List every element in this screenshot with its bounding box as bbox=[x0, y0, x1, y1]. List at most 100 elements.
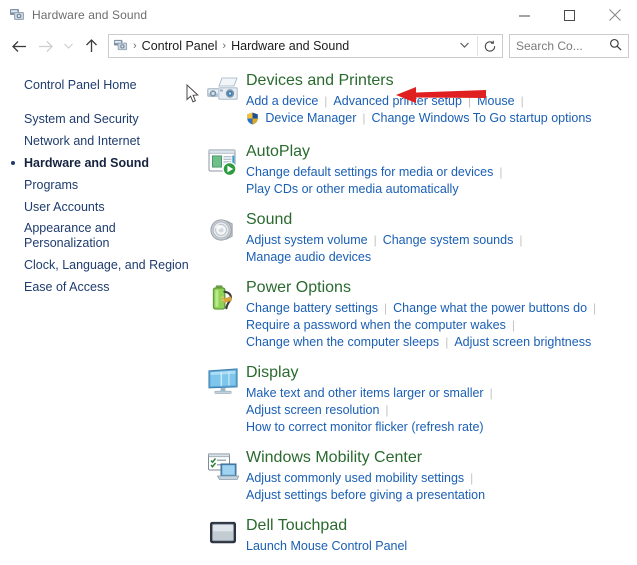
sidebar-item-label: Ease of Access bbox=[24, 280, 109, 294]
category-links: Launch Mouse Control Panel bbox=[246, 538, 637, 555]
category-body: AutoPlay Change default settings for med… bbox=[246, 141, 637, 198]
link-adjust-system-volume[interactable]: Adjust system volume bbox=[246, 233, 368, 247]
category-body: Display Make text and other items larger… bbox=[246, 362, 637, 436]
category-links: Make text and other items larger or smal… bbox=[246, 385, 637, 436]
link-adjust-screen-resolution[interactable]: Adjust screen resolution bbox=[246, 403, 379, 417]
link-separator: | bbox=[379, 403, 394, 417]
breadcrumb-control-panel[interactable]: Control Panel bbox=[140, 39, 220, 53]
link-change-what-the-power-buttons-do[interactable]: Change what the power buttons do bbox=[393, 301, 587, 315]
content-area: Control Panel Home System and Security N… bbox=[0, 62, 637, 565]
link-add-a-device[interactable]: Add a device bbox=[246, 94, 318, 108]
mobility-center-icon bbox=[200, 447, 246, 504]
sidebar-item-control-panel-home[interactable]: Control Panel Home bbox=[0, 74, 200, 96]
sidebar-item-clock-language-and-region[interactable]: Clock, Language, and Region bbox=[0, 254, 200, 276]
title-bar: Hardware and Sound bbox=[0, 0, 637, 30]
recent-locations-chevron-down-icon[interactable] bbox=[58, 33, 78, 59]
sidebar-item-user-accounts[interactable]: User Accounts bbox=[0, 196, 200, 218]
link-row: Require a password when the computer wak… bbox=[246, 317, 637, 334]
search-input[interactable]: Search Co... bbox=[509, 34, 629, 58]
sidebar-item-label: User Accounts bbox=[24, 200, 105, 214]
current-item-bullet-icon bbox=[11, 161, 15, 165]
category-title[interactable]: Devices and Printers bbox=[246, 70, 394, 92]
link-separator: | bbox=[378, 301, 393, 315]
link-change-battery-settings[interactable]: Change battery settings bbox=[246, 301, 378, 315]
link-separator: | bbox=[368, 233, 383, 247]
sidebar-item-ease-of-access[interactable]: Ease of Access bbox=[0, 276, 200, 298]
display-icon bbox=[200, 362, 246, 436]
sidebar-item-programs[interactable]: Programs bbox=[0, 174, 200, 196]
category-title[interactable]: Dell Touchpad bbox=[246, 515, 347, 537]
link-require-a-password-when-the-computer-wakes[interactable]: Require a password when the computer wak… bbox=[246, 318, 506, 332]
close-button[interactable] bbox=[592, 0, 637, 30]
link-change-when-the-computer-sleeps[interactable]: Change when the computer sleeps bbox=[246, 335, 439, 349]
sidebar-item-system-and-security[interactable]: System and Security bbox=[0, 108, 200, 130]
link-adjust-settings-before-giving-a-presentation[interactable]: Adjust settings before giving a presenta… bbox=[246, 488, 485, 502]
link-row: Manage audio devices bbox=[246, 249, 637, 266]
link-separator: | bbox=[493, 165, 508, 179]
sidebar-item-label: Hardware and Sound bbox=[24, 156, 149, 170]
sidebar: Control Panel Home System and Security N… bbox=[0, 62, 200, 565]
maximize-button[interactable] bbox=[547, 0, 592, 30]
category-list: Devices and Printers Add a device|Advanc… bbox=[200, 62, 637, 565]
link-manage-audio-devices[interactable]: Manage audio devices bbox=[246, 250, 371, 264]
sidebar-item-label: System and Security bbox=[24, 112, 139, 126]
window-title: Hardware and Sound bbox=[32, 8, 147, 22]
category-links: Change battery settings|Change what the … bbox=[246, 300, 637, 351]
category-windows-mobility-center: Windows Mobility Center Adjust commonly … bbox=[200, 447, 637, 504]
sidebar-item-network-and-internet[interactable]: Network and Internet bbox=[0, 130, 200, 152]
sidebar-item-label: Appearance and Personalization bbox=[24, 221, 116, 250]
link-device-manager[interactable]: Device Manager bbox=[265, 111, 356, 125]
link-row: How to correct monitor flicker (refresh … bbox=[246, 419, 637, 436]
link-launch-mouse-control-panel[interactable]: Launch Mouse Control Panel bbox=[246, 539, 407, 553]
link-play-cds-or-other-media-automatically[interactable]: Play CDs or other media automatically bbox=[246, 182, 459, 196]
link-row: Play CDs or other media automatically bbox=[246, 181, 637, 198]
red-left-arrow-icon bbox=[396, 84, 486, 109]
category-title[interactable]: Sound bbox=[246, 209, 292, 231]
category-body: Sound Adjust system volume|Change system… bbox=[246, 209, 637, 266]
category-title[interactable]: AutoPlay bbox=[246, 141, 310, 163]
control-panel-icon bbox=[9, 6, 25, 25]
address-control-panel-icon bbox=[113, 37, 128, 55]
link-separator: | bbox=[464, 471, 479, 485]
search-placeholder: Search Co... bbox=[510, 39, 583, 53]
shield-icon bbox=[246, 114, 262, 128]
devices-and-printers-icon bbox=[200, 70, 246, 130]
link-change-windows-to-go-startup-options[interactable]: Change Windows To Go startup options bbox=[371, 111, 591, 125]
link-row: Adjust commonly used mobility settings| bbox=[246, 470, 637, 487]
autoplay-icon bbox=[200, 141, 246, 198]
link-separator: | bbox=[484, 386, 499, 400]
sidebar-item-hardware-and-sound[interactable]: Hardware and Sound bbox=[0, 152, 200, 174]
address-chevron-down-icon[interactable] bbox=[452, 41, 477, 52]
link-separator: | bbox=[513, 233, 528, 247]
category-title[interactable]: Power Options bbox=[246, 277, 351, 299]
sidebar-item-appearance-and-personalization[interactable]: Appearance and Personalization bbox=[0, 218, 144, 254]
mouse-cursor bbox=[186, 84, 200, 107]
category-title[interactable]: Display bbox=[246, 362, 298, 384]
forward-button[interactable] bbox=[32, 33, 58, 59]
minimize-button[interactable] bbox=[502, 0, 547, 30]
breadcrumb-separator-2: › bbox=[219, 40, 229, 52]
category-links: Adjust system volume|Change system sound… bbox=[246, 232, 637, 266]
category-body: Windows Mobility Center Adjust commonly … bbox=[246, 447, 637, 504]
back-button[interactable] bbox=[6, 33, 32, 59]
search-icon[interactable] bbox=[609, 38, 628, 54]
window-controls bbox=[502, 0, 637, 30]
link-how-to-correct-monitor-flicker[interactable]: How to correct monitor flicker (refresh … bbox=[246, 420, 484, 434]
link-change-system-sounds[interactable]: Change system sounds bbox=[383, 233, 514, 247]
address-bar[interactable]: › Control Panel › Hardware and Sound bbox=[108, 34, 503, 58]
link-change-default-settings-for-media-or-devices[interactable]: Change default settings for media or dev… bbox=[246, 165, 493, 179]
category-links: Change default settings for media or dev… bbox=[246, 164, 637, 198]
link-separator: | bbox=[587, 301, 602, 315]
link-adjust-screen-brightness[interactable]: Adjust screen brightness bbox=[454, 335, 591, 349]
link-row: Launch Mouse Control Panel bbox=[246, 538, 637, 555]
category-autoplay: AutoPlay Change default settings for med… bbox=[200, 141, 637, 198]
breadcrumb-hardware-and-sound[interactable]: Hardware and Sound bbox=[229, 39, 351, 53]
sound-icon bbox=[200, 209, 246, 266]
up-button[interactable] bbox=[78, 33, 104, 59]
link-separator: | bbox=[318, 94, 333, 108]
category-title[interactable]: Windows Mobility Center bbox=[246, 447, 422, 469]
refresh-icon[interactable] bbox=[477, 36, 502, 56]
link-adjust-commonly-used-mobility-settings[interactable]: Adjust commonly used mobility settings bbox=[246, 471, 464, 485]
sidebar-item-label: Control Panel Home bbox=[24, 78, 137, 92]
link-make-text-and-other-items-larger-or-smaller[interactable]: Make text and other items larger or smal… bbox=[246, 386, 484, 400]
